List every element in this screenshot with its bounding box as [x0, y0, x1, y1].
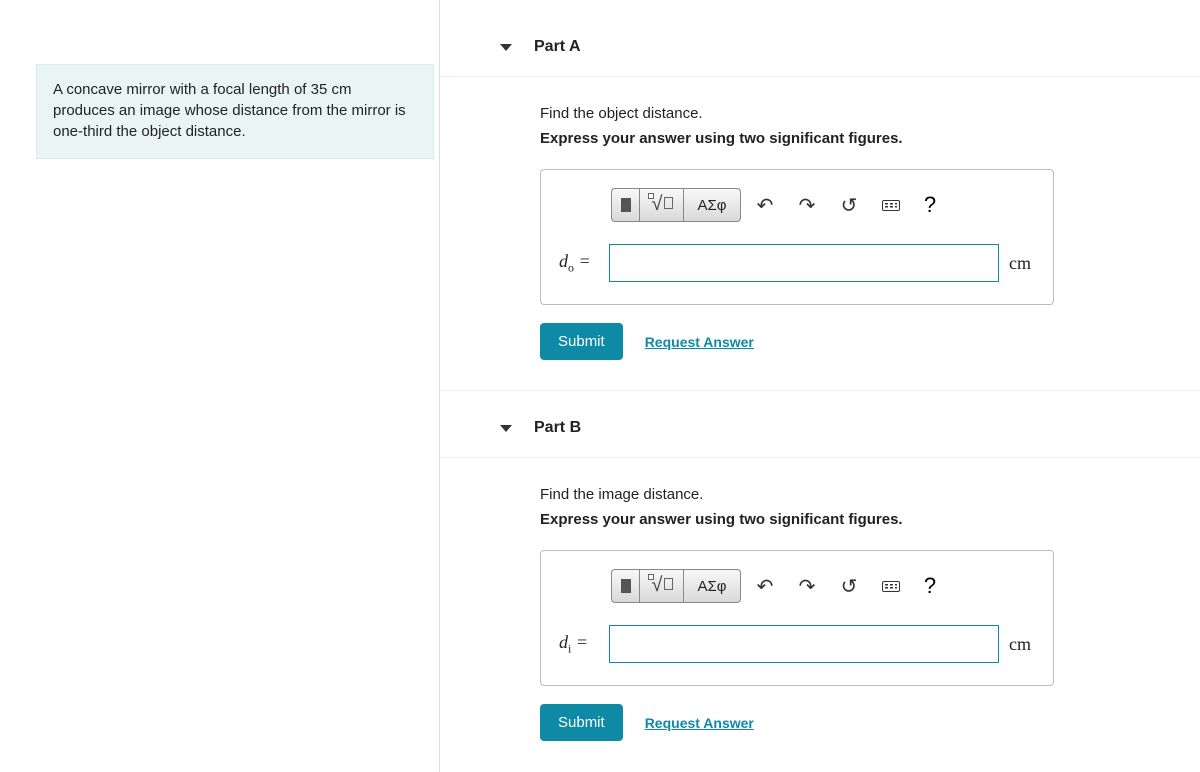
part-b-instruction: Express your answer using two significan…	[540, 511, 1200, 528]
submit-button[interactable]: Submit	[540, 704, 623, 741]
part-a-header[interactable]: Part A	[440, 0, 1200, 77]
rectangle-icon	[621, 198, 631, 212]
help-icon: ?	[924, 573, 936, 598]
reset-button[interactable]: ↺	[831, 192, 867, 219]
redo-button[interactable]: ↷	[789, 192, 825, 219]
math-button[interactable]	[639, 188, 683, 222]
part-a-body: Find the object distance. Express your a…	[440, 77, 1200, 390]
part-a-title: Part A	[534, 38, 581, 56]
undo-button[interactable]: ↶	[747, 573, 783, 600]
unit-label: cm	[1009, 253, 1037, 274]
part-a-instruction: Express your answer using two significan…	[540, 130, 1200, 147]
answer-input-di[interactable]	[609, 625, 999, 663]
keyboard-icon	[882, 200, 900, 211]
template-button[interactable]	[611, 569, 639, 603]
undo-icon: ↶	[757, 576, 774, 598]
reset-icon: ↺	[841, 195, 858, 217]
reset-button[interactable]: ↺	[831, 573, 867, 600]
redo-button[interactable]: ↷	[789, 573, 825, 600]
undo-button[interactable]: ↶	[747, 192, 783, 219]
request-answer-link[interactable]: Request Answer	[645, 715, 754, 731]
help-button[interactable]: ?	[913, 191, 947, 219]
part-b-header[interactable]: Part B	[440, 390, 1200, 458]
keyboard-button[interactable]	[873, 574, 909, 599]
equation-toolbar: ΑΣφ ↶ ↷ ↺ ?	[557, 569, 1037, 603]
part-b-prompt: Find the image distance.	[540, 486, 1200, 503]
part-b-answer-box: ΑΣφ ↶ ↷ ↺ ? di = cm	[540, 550, 1054, 686]
part-a-prompt: Find the object distance.	[540, 105, 1200, 122]
keyboard-button[interactable]	[873, 193, 909, 218]
rectangle-icon	[621, 579, 631, 593]
unit-label: cm	[1009, 634, 1037, 655]
undo-icon: ↶	[757, 195, 774, 217]
caret-down-icon	[500, 44, 512, 51]
greek-button[interactable]: ΑΣφ	[683, 569, 741, 603]
template-button[interactable]	[611, 188, 639, 222]
request-answer-link[interactable]: Request Answer	[645, 334, 754, 350]
variable-label-di: di =	[559, 632, 599, 657]
help-icon: ?	[924, 192, 936, 217]
caret-down-icon	[500, 425, 512, 432]
submit-button[interactable]: Submit	[540, 323, 623, 360]
keyboard-icon	[882, 581, 900, 592]
answer-input-do[interactable]	[609, 244, 999, 282]
help-button[interactable]: ?	[913, 572, 947, 600]
part-b-title: Part B	[534, 419, 581, 437]
greek-button[interactable]: ΑΣφ	[683, 188, 741, 222]
problem-statement: A concave mirror with a focal length of …	[36, 64, 434, 159]
reset-icon: ↺	[841, 576, 858, 598]
redo-icon: ↷	[799, 576, 816, 598]
part-a-answer-box: ΑΣφ ↶ ↷ ↺ ? do = cm	[540, 169, 1054, 305]
redo-icon: ↷	[799, 195, 816, 217]
nth-root-icon	[648, 195, 676, 215]
equation-toolbar: ΑΣφ ↶ ↷ ↺ ?	[557, 188, 1037, 222]
part-b-body: Find the image distance. Express your an…	[440, 458, 1200, 771]
math-button[interactable]	[639, 569, 683, 603]
nth-root-icon	[648, 576, 676, 596]
variable-label-do: do =	[559, 251, 599, 276]
